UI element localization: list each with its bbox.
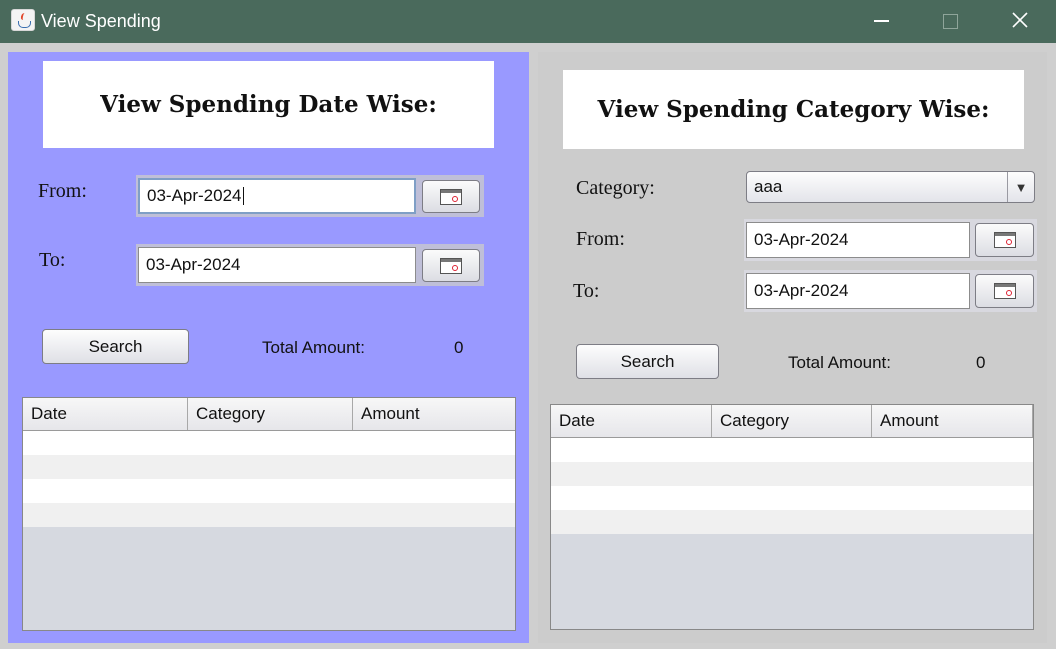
search-button[interactable]: Search (42, 329, 189, 364)
from-date-field[interactable]: 03-Apr-2024 (746, 222, 970, 258)
table-row[interactable] (551, 438, 1033, 462)
total-amount-label: Total Amount: (262, 338, 366, 357)
column-header-date[interactable]: Date (23, 398, 188, 430)
table-header: Date Category Amount (23, 398, 515, 431)
category-wise-panel: View Spending Category Wise: Category: a… (538, 52, 1047, 643)
java-app-icon (11, 9, 35, 31)
calendar-icon (440, 188, 462, 205)
from-calendar-button[interactable] (975, 223, 1034, 257)
date-wise-results-table[interactable]: Date Category Amount (22, 397, 516, 631)
to-label: To: (573, 280, 600, 302)
search-button[interactable]: Search (576, 344, 719, 379)
column-header-date[interactable]: Date (551, 405, 712, 437)
category-label: Category: (576, 177, 655, 199)
to-date-field[interactable]: 03-Apr-2024 (746, 273, 970, 309)
table-header: Date Category Amount (551, 405, 1033, 438)
total-amount-label: Total Amount: (788, 353, 892, 372)
to-date-field[interactable]: 03-Apr-2024 (138, 247, 416, 283)
to-date-picker: 03-Apr-2024 (136, 244, 484, 286)
minimize-icon (874, 20, 889, 22)
total-amount-value: 0 (976, 353, 986, 372)
to-date-picker: 03-Apr-2024 (744, 270, 1037, 312)
chevron-down-icon[interactable]: ▼ (1007, 172, 1034, 202)
from-label: From: (38, 180, 87, 202)
close-button[interactable] (985, 0, 1055, 43)
column-header-category[interactable]: Category (188, 398, 353, 430)
table-row[interactable] (551, 486, 1033, 510)
table-row[interactable] (551, 462, 1033, 486)
column-header-amount[interactable]: Amount (353, 398, 515, 430)
title-bar: View Spending (0, 0, 1056, 43)
table-row[interactable] (23, 503, 515, 527)
to-calendar-button[interactable] (422, 249, 480, 282)
table-row[interactable] (23, 455, 515, 479)
category-selected-value: aaa (754, 177, 783, 196)
category-wise-heading-banner: View Spending Category Wise: (563, 70, 1024, 149)
from-calendar-button[interactable] (422, 180, 480, 213)
to-calendar-button[interactable] (975, 274, 1034, 308)
to-label: To: (39, 249, 66, 271)
category-wise-heading: View Spending Category Wise: (597, 96, 990, 123)
window-title: View Spending (41, 11, 161, 31)
from-date-field[interactable]: 03-Apr-2024 (138, 178, 416, 214)
calendar-icon (993, 283, 1016, 299)
date-wise-panel: View Spending Date Wise: From: 03-Apr-20… (8, 52, 529, 643)
from-date-picker: 03-Apr-2024 (136, 175, 484, 217)
close-icon (1012, 12, 1028, 28)
category-wise-results-table[interactable]: Date Category Amount (550, 404, 1034, 630)
category-dropdown[interactable]: aaa ▼ (746, 171, 1035, 203)
table-row[interactable] (551, 510, 1033, 534)
total-amount-value: 0 (454, 338, 464, 357)
date-wise-heading: View Spending Date Wise: (100, 91, 437, 118)
column-header-amount[interactable]: Amount (872, 405, 1033, 437)
calendar-icon (440, 257, 462, 274)
date-wise-heading-banner: View Spending Date Wise: (43, 61, 494, 148)
maximize-icon (943, 14, 958, 29)
from-date-picker: 03-Apr-2024 (744, 219, 1037, 261)
maximize-button[interactable] (914, 0, 984, 43)
minimize-button[interactable] (846, 0, 916, 43)
table-row[interactable] (23, 479, 515, 503)
from-label: From: (576, 228, 625, 250)
table-row[interactable] (23, 431, 515, 455)
column-header-category[interactable]: Category (712, 405, 872, 437)
calendar-icon (993, 232, 1016, 248)
